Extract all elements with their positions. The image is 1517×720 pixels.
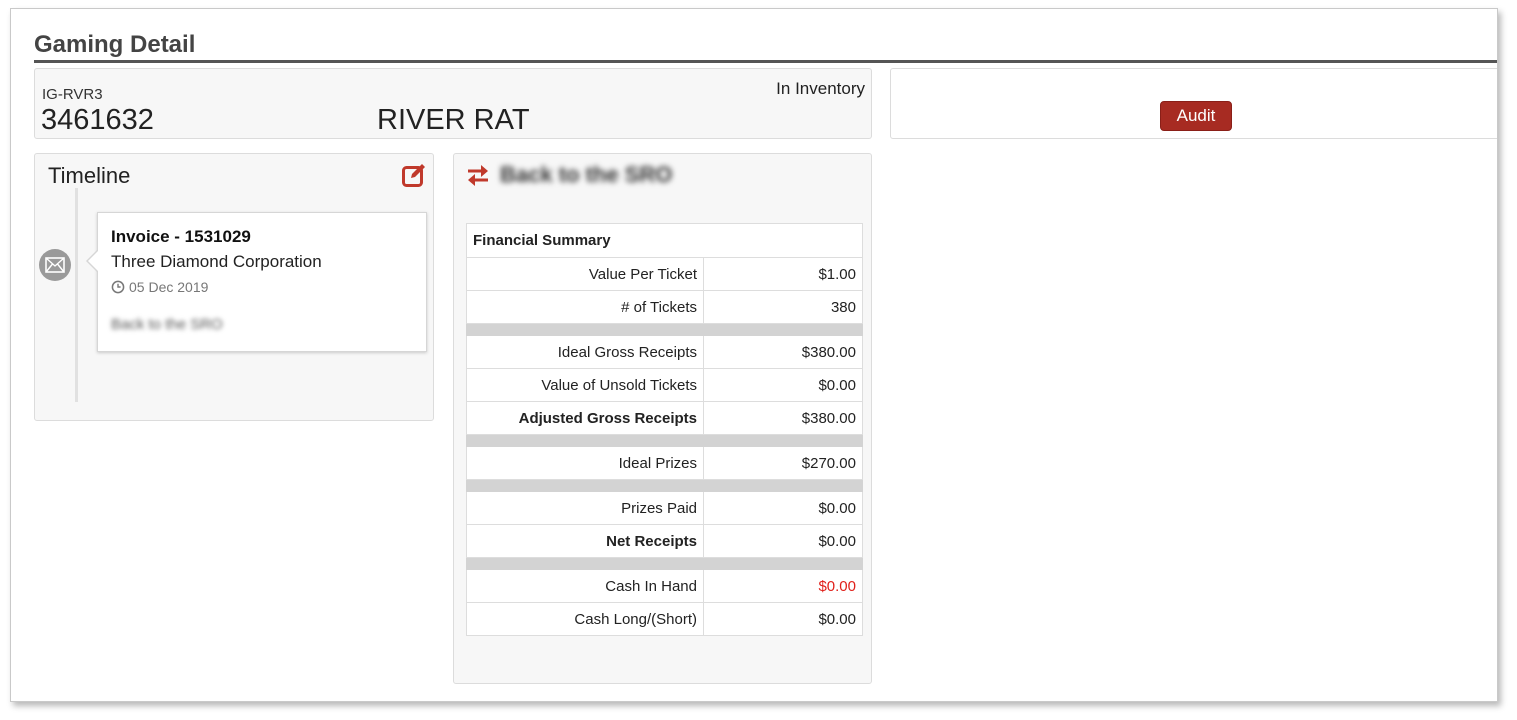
row-value: $0.00 bbox=[703, 602, 863, 636]
spacer-cell bbox=[466, 479, 863, 492]
row-label: Value Per Ticket bbox=[466, 257, 704, 291]
envelope-icon bbox=[45, 257, 65, 273]
table-spacer bbox=[466, 434, 863, 447]
row-label: Adjusted Gross Receipts bbox=[466, 401, 704, 435]
entry-date-row: 05 Dec 2019 bbox=[111, 279, 208, 295]
row-label: Value of Unsold Tickets bbox=[466, 368, 704, 402]
detail-title: Back to the SRO bbox=[500, 162, 673, 187]
row-value: $380.00 bbox=[703, 335, 863, 369]
card-pointer-inner bbox=[88, 250, 99, 272]
audit-panel: Audit bbox=[890, 68, 1497, 139]
table-header-row: Financial Summary bbox=[466, 223, 863, 258]
edit-icon[interactable] bbox=[401, 162, 427, 188]
table-spacer bbox=[466, 323, 863, 336]
table-spacer bbox=[466, 479, 863, 492]
table-row: Ideal Prizes $270.00 bbox=[466, 446, 863, 480]
spacer-cell bbox=[466, 557, 863, 570]
row-value: 380 bbox=[703, 290, 863, 324]
table-row: Net Receipts $0.00 bbox=[466, 524, 863, 558]
table-row: Ideal Gross Receipts $380.00 bbox=[466, 335, 863, 369]
row-label: Cash In Hand bbox=[466, 569, 704, 603]
timeline-node bbox=[39, 249, 71, 281]
timeline-entry-card[interactable]: Invoice - 1531029 Three Diamond Corporat… bbox=[86, 212, 427, 352]
row-label: Net Receipts bbox=[466, 524, 704, 558]
row-value: $1.00 bbox=[703, 257, 863, 291]
entry-invoice: Invoice - 1531029 bbox=[111, 227, 251, 246]
row-value: $0.00 bbox=[703, 491, 863, 525]
table-row: Prizes Paid $0.00 bbox=[466, 491, 863, 525]
audit-button[interactable]: Audit bbox=[1160, 101, 1232, 131]
financial-summary-header: Financial Summary bbox=[466, 223, 863, 258]
item-name: RIVER RAT bbox=[377, 104, 530, 136]
table-spacer bbox=[466, 557, 863, 570]
table-row: Adjusted Gross Receipts $380.00 bbox=[466, 401, 863, 435]
detail-panel: Back to the SRO Financial Summary Value … bbox=[453, 153, 872, 684]
title-divider bbox=[34, 60, 1497, 63]
item-header-panel: IG-RVR3 3461632 RIVER RAT In Inventory bbox=[34, 68, 872, 139]
row-label: # of Tickets bbox=[466, 290, 704, 324]
item-number: 3461632 bbox=[41, 104, 154, 136]
row-value: $0.00 bbox=[703, 524, 863, 558]
app-window: Gaming Detail IG-RVR3 3461632 RIVER RAT … bbox=[10, 8, 1498, 702]
clock-icon bbox=[111, 280, 125, 294]
timeline-title: Timeline bbox=[48, 163, 131, 188]
item-code: IG-RVR3 bbox=[42, 86, 103, 103]
item-status: In Inventory bbox=[776, 79, 865, 98]
page-title: Gaming Detail bbox=[34, 31, 196, 58]
entry-date: 05 Dec 2019 bbox=[129, 279, 209, 295]
cash-in-hand-value: $0.00 bbox=[703, 569, 863, 603]
spacer-cell bbox=[466, 434, 863, 447]
timeline-line bbox=[75, 188, 78, 402]
row-label: Cash Long/(Short) bbox=[466, 602, 704, 636]
row-label: Ideal Prizes bbox=[466, 446, 704, 480]
table-row: Cash Long/(Short) $0.00 bbox=[466, 602, 863, 636]
table-row: Cash In Hand $0.00 bbox=[466, 569, 863, 603]
row-label: Ideal Gross Receipts bbox=[466, 335, 704, 369]
row-value: $380.00 bbox=[703, 401, 863, 435]
entry-company: Three Diamond Corporation bbox=[111, 252, 322, 271]
financial-summary-table: Financial Summary Value Per Ticket $1.00… bbox=[466, 223, 863, 636]
row-value: $270.00 bbox=[703, 446, 863, 480]
table-row: # of Tickets 380 bbox=[466, 290, 863, 324]
timeline-panel: Timeline Invoice - 1531029 Three Diamond… bbox=[34, 153, 434, 421]
table-row: Value of Unsold Tickets $0.00 bbox=[466, 368, 863, 402]
transfer-icon bbox=[468, 165, 488, 186]
spacer-cell bbox=[466, 323, 863, 336]
row-label: Prizes Paid bbox=[466, 491, 704, 525]
row-value: $0.00 bbox=[703, 368, 863, 402]
table-row: Value Per Ticket $1.00 bbox=[466, 257, 863, 291]
entry-note: Back to the SRO bbox=[111, 316, 223, 333]
